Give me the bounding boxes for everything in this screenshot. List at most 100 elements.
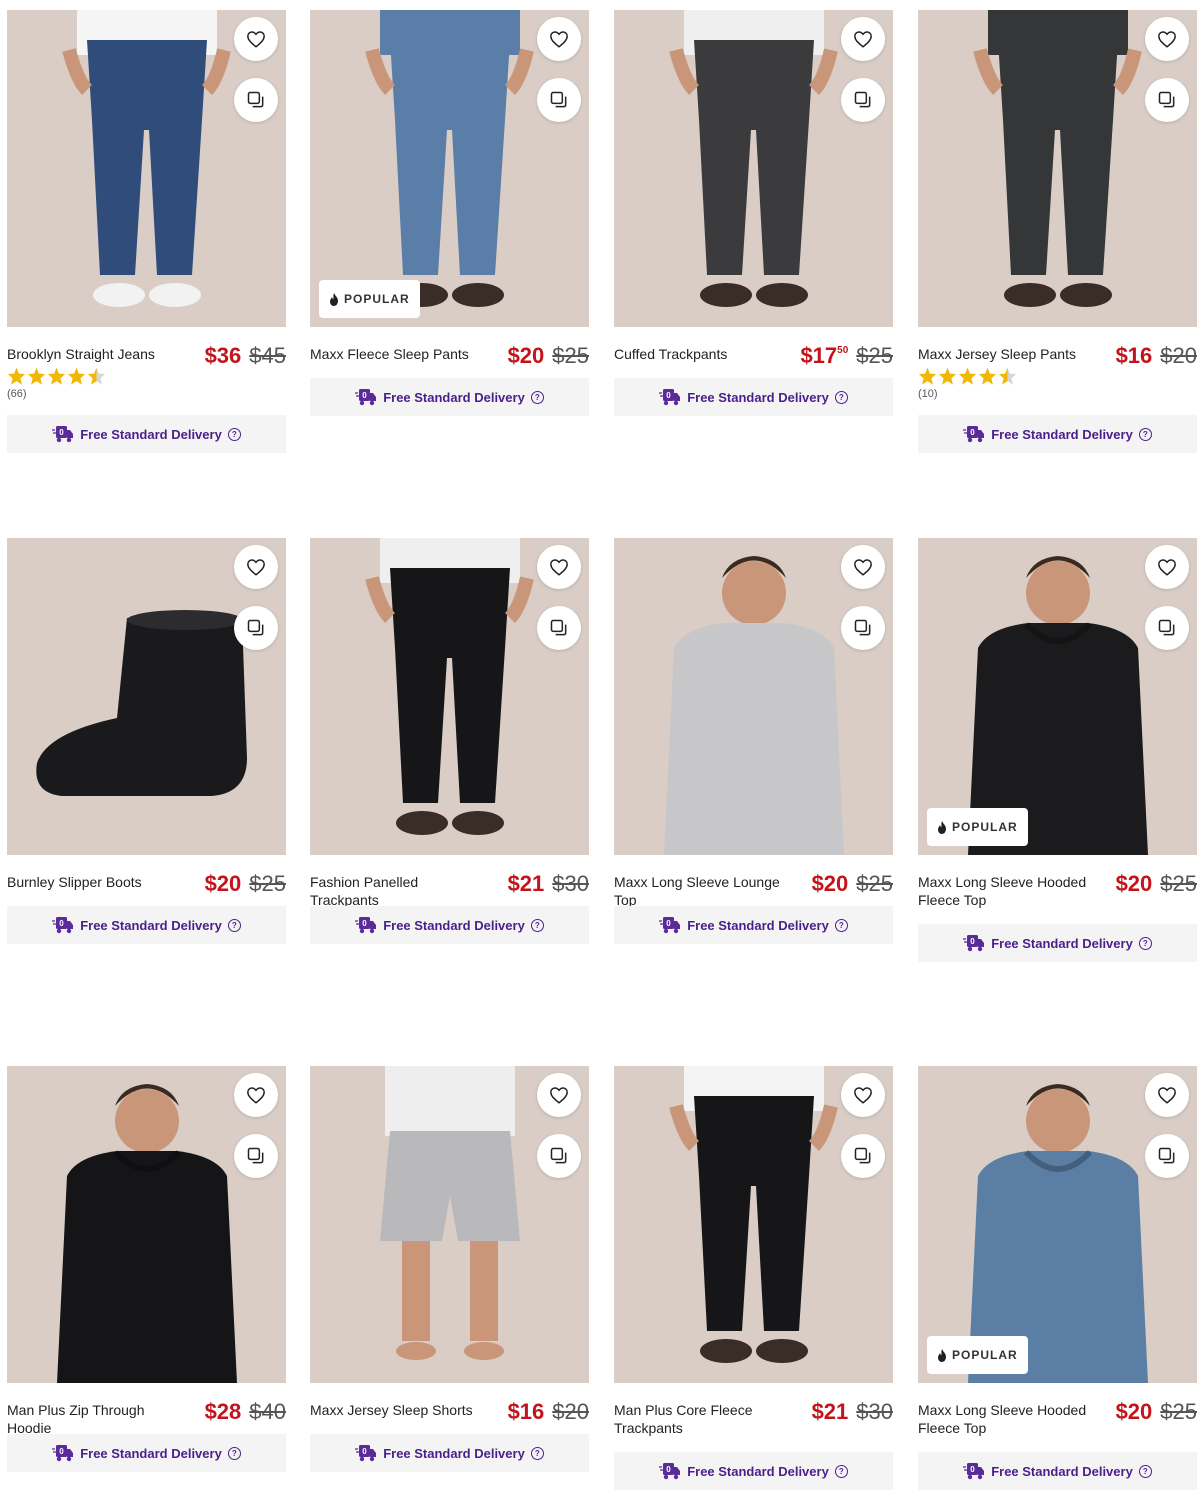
product-image-area[interactable] [918,10,1197,327]
free-delivery-button[interactable]: 0 Free Standard Delivery? [614,378,893,416]
product-card[interactable]: Fashion Panelled Trackpants $21 $30 0 Free S… [310,538,589,944]
free-delivery-button[interactable]: 0 Free Standard Delivery? [614,1452,893,1490]
help-circle-icon[interactable]: ? [1138,1464,1152,1478]
free-delivery-button[interactable]: 0 Free Standard Delivery? [614,906,893,944]
compare-button[interactable] [1145,606,1189,650]
product-name[interactable]: Maxx Jersey Sleep Shorts [310,1401,485,1419]
product-image-area[interactable]: POPULAR [310,10,589,327]
product-image-area[interactable] [614,1066,893,1383]
help-circle-icon[interactable]: ? [834,390,848,404]
free-delivery-button[interactable]: 0 Free Standard Delivery? [7,1434,286,1472]
star-rating [918,367,1017,385]
product-name[interactable]: Maxx Long Sleeve Lounge Top [614,873,789,909]
help-circle-icon[interactable]: ? [834,918,848,932]
product-image-area[interactable] [614,538,893,855]
product-image-area[interactable] [614,10,893,327]
help-circle-icon[interactable]: ? [1138,427,1152,441]
product-name[interactable]: Fashion Panelled Trackpants [310,873,485,909]
heart-icon [247,1087,265,1104]
help-circle-icon[interactable]: ? [227,427,241,441]
free-delivery-button[interactable]: 0 Free Standard Delivery? [7,906,286,944]
product-name[interactable]: Man Plus Zip Through Hoodie [7,1401,182,1437]
product-name[interactable]: Cuffed Trackpants [614,345,789,363]
product-name[interactable]: Man Plus Core Fleece Trackpants [614,1401,789,1437]
product-name[interactable]: Burnley Slipper Boots [7,873,182,891]
product-image-area[interactable] [310,538,589,855]
wishlist-button[interactable] [537,17,581,61]
product-card[interactable]: POPULAR Maxx Fleece Sleep Pants $20 $25 0 Fre… [310,10,589,416]
compare-button[interactable] [841,78,885,122]
free-delivery-button[interactable]: 0 Free Standard Delivery? [310,906,589,944]
current-price: $20 [205,871,242,897]
price-group: $28 $40 [205,1399,286,1425]
product-card[interactable]: Maxx Jersey Sleep Pants $16 $20 (10) 0 Free S… [918,10,1197,453]
help-circle-icon[interactable]: ? [530,918,544,932]
product-info: Maxx Long Sleeve Hooded Fleece Top $20 $25 [918,871,1197,925]
wishlist-button[interactable] [234,1073,278,1117]
delivery-truck-icon: 0 [52,426,74,443]
delivery-label: Free Standard Delivery [991,935,1133,951]
rating[interactable]: (66) [7,367,106,400]
free-delivery-button[interactable]: 0 Free Standard Delivery? [7,415,286,453]
free-delivery-button[interactable]: 0 Free Standard Delivery? [918,415,1197,453]
compare-button[interactable] [537,1134,581,1178]
free-delivery-button[interactable]: 0 Free Standard Delivery? [918,1452,1197,1490]
help-circle-icon[interactable]: ? [530,1446,544,1460]
product-card[interactable]: Brooklyn Straight Jeans $36 $45 (66) 0 Free S… [7,10,286,453]
product-card[interactable]: POPULAR Maxx Long Sleeve Hooded Fleece To… [918,1066,1197,1490]
help-circle-icon[interactable]: ? [227,1446,241,1460]
current-price: $20 [508,343,545,369]
delivery-label: Free Standard Delivery [80,1445,222,1461]
price-main: $20 [811,871,849,896]
help-circle-icon[interactable]: ? [834,1464,848,1478]
product-image-area[interactable] [7,10,286,327]
free-delivery-button[interactable]: 0 Free Standard Delivery? [310,378,589,416]
product-card[interactable]: Burnley Slipper Boots $20 $25 0 Free Standar… [7,538,286,944]
product-name[interactable]: Maxx Long Sleeve Hooded Fleece Top [918,1401,1093,1437]
price-main: $17 [800,343,838,368]
compare-button[interactable] [234,1134,278,1178]
product-image-area[interactable]: POPULAR [918,1066,1197,1383]
wishlist-button[interactable] [537,545,581,589]
free-delivery-button[interactable]: 0 Free Standard Delivery? [310,1434,589,1472]
wishlist-button[interactable] [1145,1073,1189,1117]
help-circle-icon[interactable]: ? [530,390,544,404]
product-card[interactable]: Man Plus Zip Through Hoodie $28 $40 0 Free S… [7,1066,286,1472]
wishlist-button[interactable] [537,1073,581,1117]
product-image-area[interactable] [310,1066,589,1383]
compare-button[interactable] [1145,1134,1189,1178]
wishlist-button[interactable] [1145,545,1189,589]
product-name[interactable]: Maxx Fleece Sleep Pants [310,345,485,363]
wishlist-button[interactable] [841,1073,885,1117]
product-name[interactable]: Maxx Long Sleeve Hooded Fleece Top [918,873,1093,909]
compare-button[interactable] [841,1134,885,1178]
svg-text:0: 0 [970,1465,975,1474]
help-circle-icon[interactable]: ? [227,918,241,932]
compare-button[interactable] [537,78,581,122]
product-image-area[interactable] [7,538,286,855]
compare-button[interactable] [234,78,278,122]
delivery-truck-icon: 0 [52,1445,74,1462]
help-circle-icon[interactable]: ? [1138,936,1152,950]
free-delivery-button[interactable]: 0 Free Standard Delivery? [918,924,1197,962]
compare-button[interactable] [841,606,885,650]
compare-button[interactable] [537,606,581,650]
product-name[interactable]: Brooklyn Straight Jeans [7,345,182,363]
compare-button[interactable] [234,606,278,650]
wishlist-button[interactable] [1145,17,1189,61]
wishlist-button[interactable] [234,17,278,61]
product-card[interactable]: POPULAR Maxx Long Sleeve Hooded Fleece To… [918,538,1197,962]
wishlist-button[interactable] [841,17,885,61]
product-image-area[interactable] [7,1066,286,1383]
product-card[interactable]: Man Plus Core Fleece Trackpants $21 $30 0 Fr… [614,1066,893,1490]
was-price: $25 [249,871,286,896]
product-image-area[interactable]: POPULAR [918,538,1197,855]
product-name[interactable]: Maxx Jersey Sleep Pants [918,345,1093,363]
wishlist-button[interactable] [234,545,278,589]
product-card[interactable]: Cuffed Trackpants $1750 $25 0 Free Standard … [614,10,893,416]
compare-button[interactable] [1145,78,1189,122]
product-card[interactable]: Maxx Jersey Sleep Shorts $16 $20 0 Free Stan… [310,1066,589,1472]
wishlist-button[interactable] [841,545,885,589]
product-card[interactable]: Maxx Long Sleeve Lounge Top $20 $25 0 Free S… [614,538,893,944]
rating[interactable]: (10) [918,367,1017,400]
